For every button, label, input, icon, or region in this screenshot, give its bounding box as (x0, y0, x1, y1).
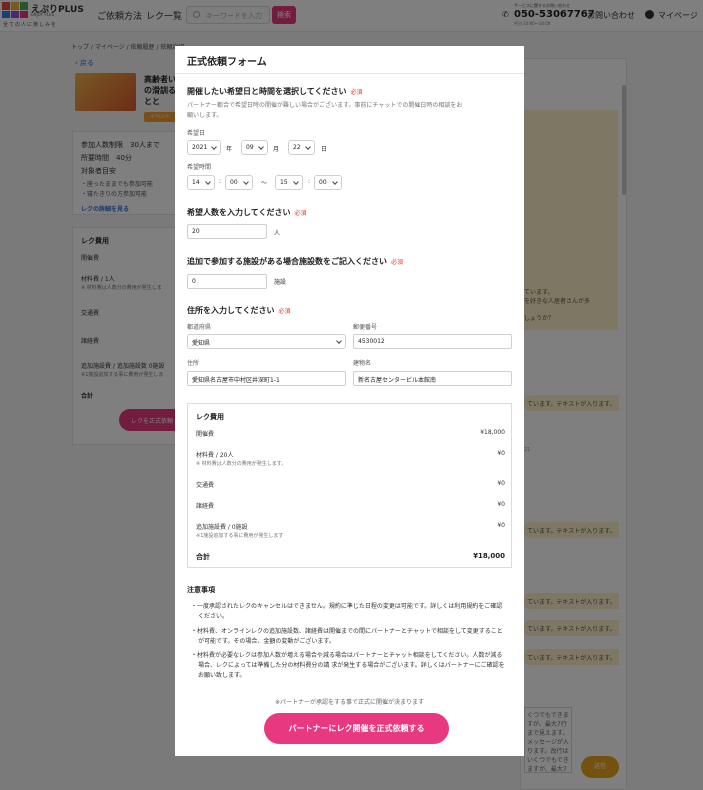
day-unit: 日 (321, 146, 328, 153)
month-unit: 月 (273, 146, 280, 153)
fee-row: 追加施設費 / 0施設 ¥0 (196, 522, 505, 532)
submit-request-button[interactable]: パートナーにレク開催を正式依頼する (264, 713, 449, 744)
prefecture-select[interactable]: 愛知県 (187, 334, 346, 349)
fee-row: 交通費 ¥0 (196, 480, 505, 490)
fee-row: 材料費 / 20人 ¥0 (196, 450, 505, 460)
time-label: 希望時間 (187, 164, 212, 171)
required-badge: 必須 (294, 210, 307, 217)
notice-item: ・材料費、オンラインレクの追加施設数、諸経費は開催までの間にパートナーとチャット… (191, 628, 503, 645)
required-badge: 必須 (278, 308, 291, 315)
schedule-note: パートナー都合で希望日時の開催が難しい場合がございます。事前にチャットでの開催日… (187, 102, 463, 109)
approval-note: ※パートナーが承認をする事で正式に開催が決まります (274, 699, 425, 706)
fee-summary-box: レク費用 開催費 ¥18,000 材料費 / 20人 ¥0 ※ 材料費は人数分の… (187, 403, 512, 568)
fee-value: ¥0 (497, 522, 505, 529)
time-colon: : (308, 178, 311, 185)
facilities-heading: 追加で参加する施設がある場合施設数をご記入ください 必須 (187, 256, 403, 267)
zip-label: 郵便番号 (353, 324, 378, 331)
required-badge: 必須 (391, 259, 404, 266)
fee-total-row: 合計 ¥18,000 (196, 552, 505, 562)
required-badge: 必須 (350, 89, 363, 96)
schedule-heading-text: 開催したい希望日と時間を選択してください (187, 87, 347, 96)
day-select[interactable]: 22 (288, 140, 315, 155)
building-input[interactable]: 新名古屋センタービル本館南 (353, 371, 512, 386)
facilities-unit: 施設 (274, 279, 287, 286)
modal-header: 正式依頼フォーム (175, 46, 524, 74)
year-select[interactable]: 2021 (187, 140, 221, 155)
year-unit: 年 (226, 146, 233, 153)
notice-title: 注意事項 (187, 586, 215, 594)
facilities-input[interactable]: 0 (187, 274, 267, 289)
fee-label: 開催費 (196, 431, 215, 438)
formal-request-modal: 正式依頼フォーム 開催したい希望日と時間を選択してください 必須 パートナー都合で… (175, 46, 524, 756)
building-label: 建物名 (353, 360, 372, 367)
time-colon: : (219, 178, 222, 185)
people-heading: 希望人数を入力してください 必須 (187, 207, 307, 218)
fee-label: 追加施設費 / 0施設 (196, 524, 248, 531)
address-input[interactable]: 愛知県名古屋市中村区井深町1-1 (187, 371, 346, 386)
address-heading-text: 住所を入力してください (187, 306, 275, 315)
fee-value: ¥18,000 (480, 429, 505, 436)
prefecture-label: 都道府県 (187, 324, 212, 331)
facility-note: ※1施設追加する事に費用が発生します (196, 533, 284, 539)
people-unit: 人 (274, 230, 281, 237)
end-minute-select[interactable]: 00 (314, 175, 342, 190)
fee-row: 開催費 ¥18,000 (196, 429, 505, 439)
schedule-note: 願いします。 (187, 112, 223, 119)
fee-row: 諸経費 ¥0 (196, 501, 505, 511)
month-select[interactable]: 09 (241, 140, 268, 155)
date-label: 希望日 (187, 130, 206, 137)
fee-value: ¥0 (497, 501, 505, 508)
modal-title: 正式依頼フォーム (187, 57, 267, 68)
time-tilde: 〜 (261, 180, 268, 187)
fee-total-label: 合計 (196, 553, 210, 561)
notice-item: ・一度承認されたレクのキャンセルはできません。規約に準じた日程の変更は可能です。… (191, 603, 503, 620)
fee-label: 交通費 (196, 482, 215, 489)
notice-item: ・材料費が必要なレクは参加人数が増える場合や減る場合はパートナーとチャット相談を… (191, 652, 505, 679)
fee-label: 材料費 / 20人 (196, 452, 234, 459)
fee-value: ¥0 (497, 450, 505, 457)
fee-label: 諸経費 (196, 503, 215, 510)
start-minute-select[interactable]: 00 (225, 175, 253, 190)
schedule-heading: 開催したい希望日と時間を選択してください 必須 (187, 86, 363, 97)
people-input[interactable]: 20 (187, 224, 267, 239)
start-hour-select[interactable]: 14 (187, 175, 215, 190)
facilities-heading-text: 追加で参加する施設がある場合施設数をご記入ください (187, 257, 387, 266)
fee-value: ¥0 (497, 480, 505, 487)
fee-summary-title: レク費用 (196, 413, 224, 421)
address-heading: 住所を入力してください 必須 (187, 305, 291, 316)
address-label: 住所 (187, 360, 200, 367)
material-note: ※ 材料費は人数分の費用が発生します。 (196, 461, 287, 467)
fee-total-value: ¥18,000 (473, 552, 505, 560)
zip-input[interactable]: 4530012 (353, 334, 512, 349)
end-hour-select[interactable]: 15 (275, 175, 303, 190)
people-heading-text: 希望人数を入力してください (187, 208, 291, 217)
